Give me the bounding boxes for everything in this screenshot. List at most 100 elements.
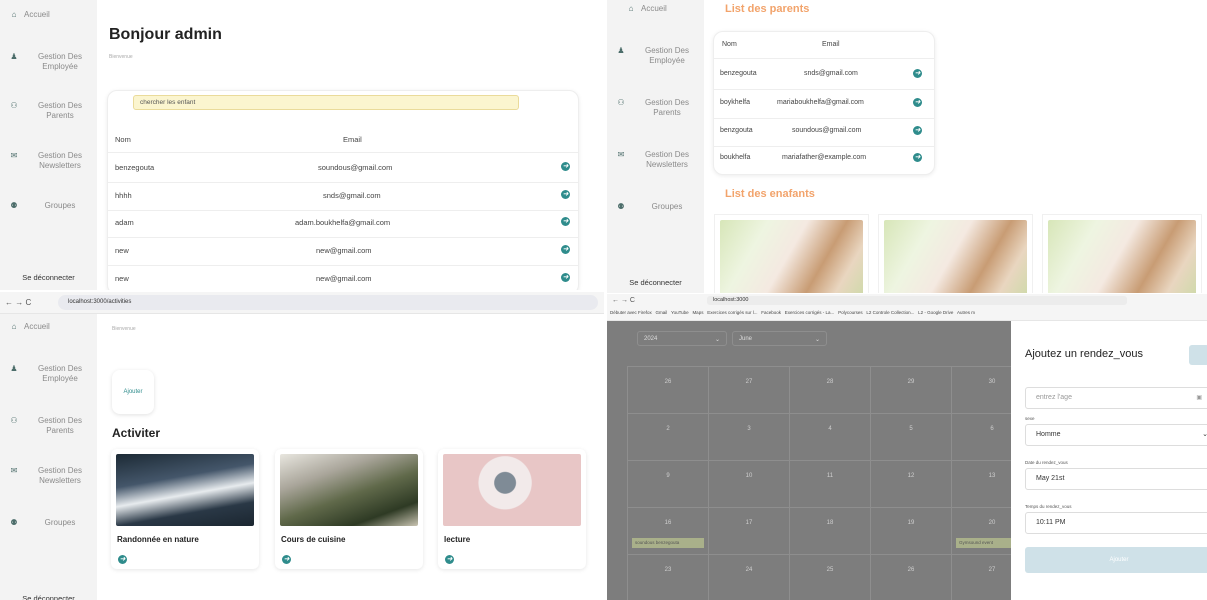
calendar-day[interactable]: 26: [871, 555, 952, 600]
table-row: benzgouta soundous@gmail.com ➜: [714, 126, 934, 147]
arrow-right-icon[interactable]: ➜: [913, 126, 922, 135]
arrow-right-icon[interactable]: ➜: [118, 555, 127, 564]
arrow-right-icon[interactable]: ➜: [282, 555, 291, 564]
calendar-day[interactable]: 25: [790, 555, 871, 600]
arrow-right-icon[interactable]: ➜: [913, 69, 922, 78]
calendar-day[interactable]: 3: [709, 414, 790, 461]
sidebar-item-accueil[interactable]: ⌂ Accueil: [8, 322, 96, 332]
activity-image: [116, 454, 254, 526]
day-number: 20: [988, 520, 996, 526]
calendar-day[interactable]: 27: [709, 367, 790, 414]
bookmark[interactable]: Autres m: [957, 310, 975, 315]
logout-button[interactable]: Se déconnecter: [0, 594, 97, 600]
activity-card[interactable]: Cours de cuisine ➜: [275, 449, 423, 569]
sidebar-item-employes[interactable]: ♟ Gestion Des Employée: [8, 52, 96, 72]
arrow-right-icon[interactable]: ➜: [913, 153, 922, 162]
calendar-day[interactable]: 23: [628, 555, 709, 600]
parents-table-card: Nom Email benzegouta snds@gmail.com ➜ boykh…: [713, 31, 935, 175]
time-input[interactable]: 10:11 PM: [1025, 512, 1207, 534]
sidebar-item-accueil[interactable]: ⌂ Accueil: [625, 4, 713, 14]
address-bar[interactable]: localhost:3000: [707, 296, 1127, 305]
child-card[interactable]: [878, 214, 1033, 293]
date-input[interactable]: May 21st: [1025, 468, 1207, 490]
sidebar: ⌂ Accueil ♟ Gestion Des Employée ⚇ Gestion …: [607, 0, 704, 293]
child-card[interactable]: [1042, 214, 1202, 293]
bookmark[interactable]: Gmail: [656, 310, 668, 315]
sidebar-item-groupes[interactable]: ⚉ Groupes: [615, 202, 703, 212]
search-input[interactable]: chercher les enfant: [133, 95, 519, 110]
child-photo: [1048, 220, 1196, 293]
activity-card[interactable]: lecture ➜: [438, 449, 586, 569]
nav-buttons[interactable]: ← → C: [612, 297, 635, 304]
sidebar-item-accueil[interactable]: ⌂ Accueil: [8, 10, 96, 20]
sidebar-item-parents[interactable]: ⚇ Gestion Des Parents: [8, 416, 96, 436]
arrow-right-icon[interactable]: ➜: [561, 217, 570, 226]
day-number: 26: [664, 379, 672, 385]
activity-card[interactable]: Randonnée en nature ➜: [111, 449, 259, 569]
child-card[interactable]: [714, 214, 869, 293]
close-button[interactable]: [1189, 345, 1207, 365]
home-icon: ⌂: [628, 4, 634, 13]
arrow-right-icon[interactable]: ➜: [561, 162, 570, 171]
nav-buttons[interactable]: ← → C: [5, 298, 31, 307]
calendar-day[interactable]: 24: [709, 555, 790, 600]
calendar-day[interactable]: 5: [871, 414, 952, 461]
activity-title: Randonnée en nature: [117, 535, 199, 544]
calendar-event[interactable]: Gymsound event: [956, 538, 1016, 548]
calendar-day[interactable]: 4: [790, 414, 871, 461]
calendar-day[interactable]: 18: [790, 508, 871, 555]
sidebar-item-employes[interactable]: ♟ Gestion Des Employée: [8, 364, 96, 384]
calendar-day[interactable]: 19: [871, 508, 952, 555]
sexe-value: Homme: [1036, 431, 1061, 438]
calendar-day[interactable]: 17: [709, 508, 790, 555]
submit-button[interactable]: Ajouter: [1025, 547, 1207, 573]
calendar-day[interactable]: 2: [628, 414, 709, 461]
calendar-day[interactable]: 12: [871, 461, 952, 508]
calendar-day[interactable]: 10: [709, 461, 790, 508]
address-bar[interactable]: localhost:3000/activities: [58, 295, 598, 310]
logout-button[interactable]: Se déconnecter: [0, 273, 97, 282]
day-number: 16: [664, 520, 672, 526]
sidebar: ⌂ Accueil ♟ Gestion Des Employée ⚇ Gestion …: [0, 314, 97, 600]
arrow-right-icon[interactable]: ➜: [913, 98, 922, 107]
url-text: localhost:3000: [713, 297, 749, 303]
sidebar-item-groupes[interactable]: ⚉ Groupes: [8, 518, 96, 528]
arrow-right-icon[interactable]: ➜: [561, 245, 570, 254]
age-input[interactable]: entrez l'age ▣: [1025, 387, 1207, 409]
logout-button[interactable]: Se déconnecter: [607, 278, 704, 287]
sidebar-item-newsletters[interactable]: ✉ Gestion Des Newsletters: [8, 466, 96, 486]
arrow-right-icon[interactable]: ➜: [561, 190, 570, 199]
calendar-day[interactable]: 28: [790, 367, 871, 414]
bookmark[interactable]: Facebook: [761, 310, 781, 315]
calendar-day[interactable]: 11: [790, 461, 871, 508]
sidebar-item-newsletters[interactable]: ✉ Gestion Des Newsletters: [615, 150, 703, 170]
person-icon: ♟: [10, 364, 18, 373]
section-title: Activiter: [112, 426, 161, 440]
bookmark[interactable]: Débuter avec Firefox: [610, 310, 652, 315]
sidebar-item-employes[interactable]: ♟ Gestion Des Employée: [615, 46, 703, 66]
sidebar-item-parents[interactable]: ⚇ Gestion Des Parents: [8, 101, 96, 121]
calendar-day[interactable]: 29: [871, 367, 952, 414]
bookmark[interactable]: Exercices corrigés sur l...: [707, 310, 757, 315]
bookmark[interactable]: Exercices corrigés - La...: [785, 310, 835, 315]
calendar-day[interactable]: 9: [628, 461, 709, 508]
bookmark[interactable]: Polycourses: [838, 310, 863, 315]
day-number: 27: [745, 379, 753, 385]
add-activity-button[interactable]: Ajouter: [112, 370, 154, 414]
bookmark[interactable]: L2 - Google Drive: [918, 310, 953, 315]
year-select[interactable]: 2024 ⌄: [637, 331, 727, 346]
calendar-event[interactable]: soundous benzegouta: [632, 538, 704, 548]
arrow-right-icon[interactable]: ➜: [445, 555, 454, 564]
month-select[interactable]: June ⌄: [732, 331, 827, 346]
sidebar-item-parents[interactable]: ⚇ Gestion Des Parents: [615, 98, 703, 118]
bookmark[interactable]: L2 Controle Collection...: [866, 310, 914, 315]
calendar-day[interactable]: 26: [628, 367, 709, 414]
bookmark[interactable]: YouTube: [671, 310, 689, 315]
day-number: 29: [907, 379, 915, 385]
sidebar-item-newsletters[interactable]: ✉ Gestion Des Newsletters: [8, 151, 96, 171]
arrow-right-icon[interactable]: ➜: [561, 273, 570, 282]
sidebar-item-groupes[interactable]: ⚉ Groupes: [8, 201, 96, 211]
table-row: new new@gmail.com ➜: [108, 245, 578, 266]
bookmark[interactable]: Maps: [692, 310, 703, 315]
sexe-select[interactable]: Homme ⌄: [1025, 424, 1207, 446]
